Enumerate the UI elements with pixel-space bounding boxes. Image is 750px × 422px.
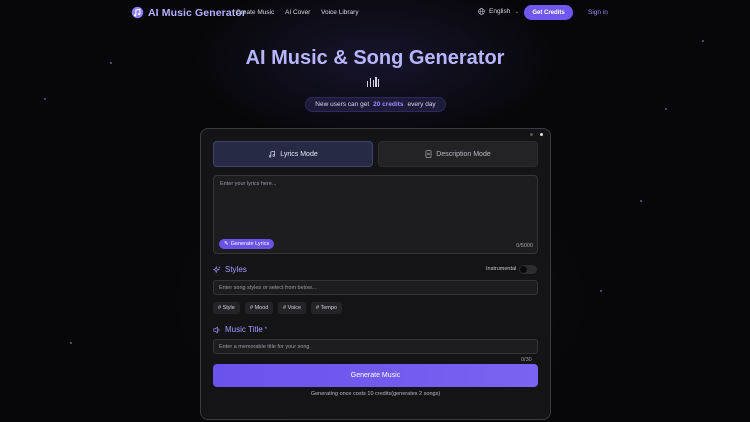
- toggle-knob: [520, 266, 527, 273]
- styles-placeholder: Enter song styles or select from below..…: [219, 284, 317, 291]
- tab-lyrics-mode[interactable]: Lyrics Mode: [213, 141, 373, 167]
- page-title: AI Music & Song Generator: [245, 47, 505, 69]
- window-dot: [540, 133, 543, 136]
- promo-badge: New users can get 20 credits every day: [305, 97, 446, 112]
- promo-suffix: every day: [407, 101, 436, 108]
- magic-wand-icon: ✎: [224, 241, 229, 247]
- nav-link-ai-cover[interactable]: AI Cover: [285, 9, 310, 16]
- nav-link-voice-library[interactable]: Voice Library: [321, 9, 359, 16]
- tab-lyrics-mode-label: Lyrics Mode: [280, 150, 318, 158]
- logo[interactable]: AI Music Generator: [131, 6, 246, 19]
- generator-panel: Lyrics Mode Description Mode Enter your …: [200, 128, 551, 420]
- lyrics-char-count: 0/5000: [516, 243, 533, 249]
- lyrics-placeholder: Enter your lyrics here...: [220, 181, 277, 187]
- logo-text: AI Music Generator: [148, 6, 247, 19]
- music-note-logo-icon: [131, 6, 144, 19]
- background-star: [44, 98, 46, 100]
- background-star: [70, 342, 72, 344]
- instrumental-toggle[interactable]: [519, 265, 537, 274]
- audio-bars-icon: [367, 77, 380, 87]
- language-label: English: [489, 8, 511, 15]
- generate-lyrics-button[interactable]: ✎ Generate Lyrics: [219, 239, 275, 249]
- get-credits-button[interactable]: Get Credits: [524, 5, 573, 20]
- document-icon: [425, 150, 432, 158]
- sparkle-icon: [213, 265, 221, 273]
- styles-title: Styles: [225, 265, 247, 274]
- instrumental-label: Instrumental: [486, 266, 517, 272]
- chevron-down-icon: ⌄: [514, 9, 520, 15]
- window-dot: [530, 133, 533, 136]
- generate-music-button[interactable]: Generate Music: [213, 364, 538, 387]
- promo-highlight: 20 credits: [373, 101, 404, 108]
- music-title-char-count: 0/30: [521, 357, 532, 363]
- globe-icon: [478, 8, 485, 15]
- promo-prefix: New users can get: [315, 101, 370, 108]
- styles-input[interactable]: Enter song styles or select from below..…: [213, 280, 538, 295]
- styles-heading: Styles: [213, 265, 247, 274]
- lyrics-input[interactable]: Enter your lyrics here... ✎ Generate Lyr…: [213, 175, 538, 254]
- tab-description-mode-label: Description Mode: [436, 150, 491, 158]
- cost-note: Generating once costs 10 credits(generat…: [310, 391, 441, 397]
- nav-link-create-music[interactable]: Create Music: [236, 9, 274, 16]
- music-title-placeholder: Enter a memorable title for your song: [219, 343, 310, 350]
- voice-chip[interactable]: # Voice: [278, 302, 307, 314]
- background-star: [600, 290, 602, 292]
- background-star: [665, 108, 667, 110]
- generate-lyrics-label: Generate Lyrics: [230, 241, 270, 247]
- mood-chip[interactable]: # Mood: [245, 302, 274, 314]
- tab-description-mode[interactable]: Description Mode: [378, 141, 538, 167]
- music-title-label: Music Title: [225, 325, 263, 334]
- sign-in-link[interactable]: Sign in: [588, 9, 608, 16]
- background-star: [702, 40, 704, 42]
- style-chip[interactable]: # Style: [213, 302, 240, 314]
- music-title-input[interactable]: Enter a memorable title for your song: [213, 339, 538, 354]
- required-mark: *: [264, 326, 268, 333]
- language-selector[interactable]: English ⌄: [478, 8, 519, 15]
- music-note-icon: [269, 150, 276, 158]
- background-star: [640, 200, 642, 202]
- top-nav: AI Music Generator Create Music AI Cover…: [0, 0, 750, 26]
- speaker-icon: [213, 326, 220, 333]
- music-title-heading: Music Title *: [213, 325, 267, 334]
- tempo-chip[interactable]: # Tempo: [311, 302, 342, 314]
